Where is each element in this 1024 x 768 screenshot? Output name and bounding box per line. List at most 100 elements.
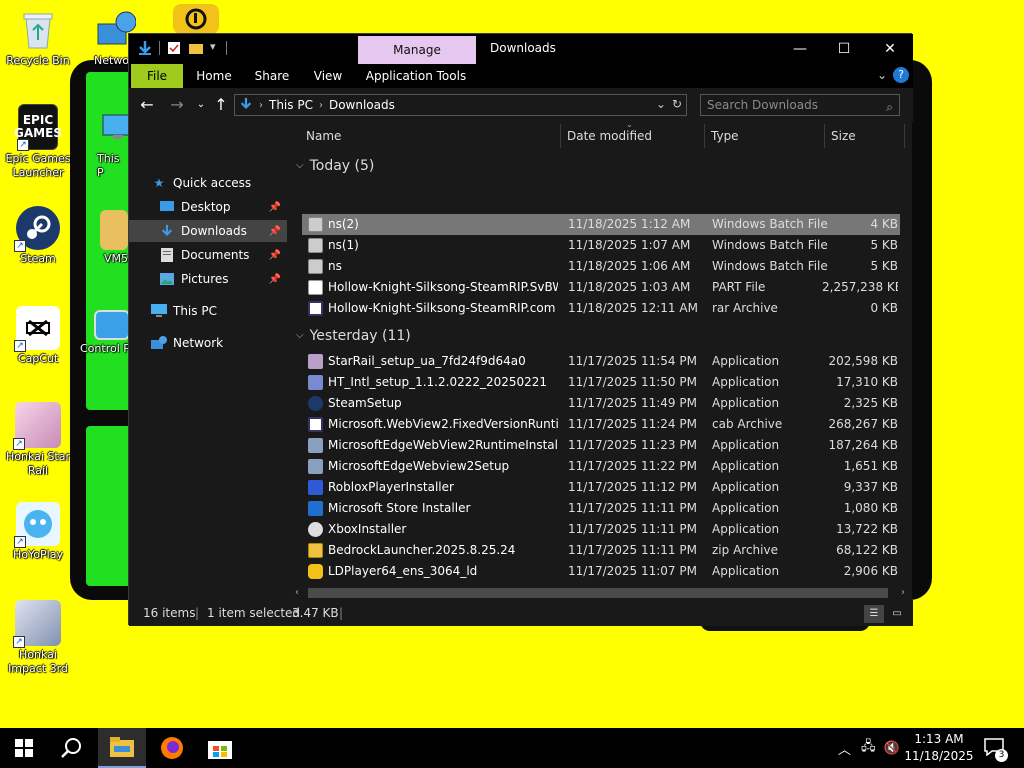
help-icon[interactable]: ? xyxy=(893,67,909,83)
column-divider[interactable] xyxy=(560,124,561,148)
desktop-icon-this-pc[interactable]: This P xyxy=(88,106,134,180)
tab-file[interactable]: File xyxy=(131,64,183,88)
scrollbar-thumb[interactable] xyxy=(308,588,888,598)
breadcrumb-downloads[interactable]: Downloads xyxy=(329,98,395,112)
file-type: Application xyxy=(712,522,780,536)
file-name: Hollow-Knight-Silksong-SteamRIP.com xyxy=(328,301,556,315)
column-header-size[interactable]: Size xyxy=(831,124,856,148)
file-row[interactable]: Microsoft.WebView2.FixedVersionRuntim...… xyxy=(302,414,900,435)
nav-item-quick-access[interactable]: ★ Quick access xyxy=(129,172,287,194)
desktop-icon-vm[interactable]: VM5 xyxy=(94,210,128,266)
file-type: Application xyxy=(712,459,780,473)
desktop-icon-honkai-star-rail[interactable]: ↗ Honkai Star Rail xyxy=(0,402,76,478)
tab-home[interactable]: Home xyxy=(189,64,239,88)
taskbar-file-explorer[interactable] xyxy=(98,728,146,768)
file-row[interactable]: Hollow-Knight-Silksong-SteamRIP.com 11/1… xyxy=(302,298,900,319)
file-row[interactable]: BedrockLauncher.2025.8.25.24 11/17/2025 … xyxy=(302,540,900,561)
properties-icon[interactable] xyxy=(166,40,182,56)
column-header-type[interactable]: Type xyxy=(711,124,739,148)
address-history-icon[interactable]: ⌄ xyxy=(656,97,666,111)
desktop-icon-recycle-bin[interactable]: Recycle Bin xyxy=(0,8,76,68)
desktop-icon-network[interactable]: Netwo xyxy=(80,8,136,68)
customize-qat-icon[interactable]: ▾ xyxy=(210,40,220,56)
file-row[interactable]: ns(2) 11/18/2025 1:12 AM Windows Batch F… xyxy=(302,214,900,235)
nav-item-desktop[interactable]: Desktop 📌 xyxy=(129,196,287,218)
file-row[interactable]: LDPlayer64_ens_3064_ld 11/17/2025 11:07 … xyxy=(302,561,900,582)
ldplayer-icon xyxy=(173,4,219,34)
column-header-name[interactable]: Name xyxy=(306,124,341,148)
tab-application-tools[interactable]: Application Tools xyxy=(363,64,469,88)
recent-locations-button[interactable]: ⌄ xyxy=(191,95,211,115)
refresh-icon[interactable]: ↻ xyxy=(672,97,682,111)
forward-button[interactable]: → xyxy=(167,95,187,115)
search-input[interactable]: Search Downloads ⌕ xyxy=(700,94,900,116)
nav-item-this-pc[interactable]: This PC xyxy=(129,300,287,322)
nav-item-pictures[interactable]: Pictures 📌 xyxy=(129,268,287,290)
file-type: cab Archive xyxy=(712,417,783,431)
clock[interactable]: 1:13 AM 11/18/2025 xyxy=(904,731,974,765)
file-row[interactable]: HT_Intl_setup_1.1.2.0222_20250221 11/17/… xyxy=(302,372,900,393)
desktop-icon-hoyoplay[interactable]: ↗ HoYoPlay xyxy=(0,502,76,562)
back-button[interactable]: ← xyxy=(137,95,157,115)
details-view-button[interactable]: ☰ xyxy=(864,605,884,623)
file-row[interactable]: Microsoft Store Installer 11/17/2025 11:… xyxy=(302,498,900,519)
desktop-icon-ldplayer[interactable] xyxy=(166,4,226,36)
file-name: MicrosoftEdgeWebview2Setup xyxy=(328,459,510,473)
file-row[interactable]: ns 11/18/2025 1:06 AM Windows Batch File… xyxy=(302,256,900,277)
group-header-today[interactable]: ⌵ Today (5) xyxy=(296,155,374,177)
file-row[interactable]: StarRail_setup_ua_7fd24f9d64a0 11/17/202… xyxy=(302,351,900,372)
pin-icon: 📌 xyxy=(268,249,281,261)
desktop-icon-capcut[interactable]: ↗ CapCut xyxy=(0,306,76,366)
file-type: PART File xyxy=(712,280,766,294)
tab-view[interactable]: View xyxy=(305,64,351,88)
address-bar[interactable]: › This PC › Downloads ⌄ ↻ xyxy=(234,94,687,116)
breadcrumb-this-pc[interactable]: This PC xyxy=(269,98,313,112)
column-divider[interactable] xyxy=(824,124,825,148)
file-row[interactable]: ns(1) 11/18/2025 1:07 AM Windows Batch F… xyxy=(302,235,900,256)
tab-share[interactable]: Share xyxy=(247,64,297,88)
file-name: ns xyxy=(328,259,342,273)
nav-item-downloads[interactable]: Downloads 📌 xyxy=(129,220,287,242)
breadcrumb-separator: › xyxy=(318,99,323,111)
file-row[interactable]: SteamSetup 11/17/2025 11:49 PM Applicati… xyxy=(302,393,900,414)
desktop-icon-control-panel[interactable]: Control P xyxy=(80,310,130,356)
network-status-icon[interactable]: 🖧 xyxy=(861,737,876,759)
file-row[interactable]: MicrosoftEdgeWebView2RuntimeInstalle... … xyxy=(302,435,900,456)
search-button[interactable] xyxy=(48,728,96,768)
column-divider[interactable] xyxy=(904,124,905,148)
nav-item-network[interactable]: Network xyxy=(129,332,287,354)
desktop-icon-honkai-impact[interactable]: ↗ Honkai Impact 3rd xyxy=(0,600,76,676)
close-button[interactable]: ✕ xyxy=(867,34,913,64)
minimize-button[interactable]: — xyxy=(777,34,823,64)
title-bar[interactable]: ▾ Manage Downloads — ☐ ✕ xyxy=(129,34,913,64)
new-folder-icon[interactable] xyxy=(188,40,204,56)
file-row[interactable]: RobloxPlayerInstaller 11/17/2025 11:12 P… xyxy=(302,477,900,498)
nav-item-documents[interactable]: Documents 📌 xyxy=(129,244,287,266)
show-hidden-icons-chevron-icon[interactable]: ︿ xyxy=(838,739,851,758)
file-row[interactable]: XboxInstaller 11/17/2025 11:11 PM Applic… xyxy=(302,519,900,540)
file-row[interactable]: Hollow-Knight-Silksong-SteamRIP.SvBW... … xyxy=(302,277,900,298)
taskbar-microsoft-store[interactable] xyxy=(196,728,244,768)
scroll-right-icon[interactable]: › xyxy=(896,585,910,601)
maximize-button[interactable]: ☐ xyxy=(821,34,867,64)
tab-manage[interactable]: Manage xyxy=(358,36,476,64)
horizontal-scrollbar[interactable]: ‹ › xyxy=(288,585,912,601)
epic-games-icon: EPIC GAMES ↗ xyxy=(14,104,62,151)
file-type: Application xyxy=(712,501,780,515)
taskbar-firefox[interactable] xyxy=(148,728,196,768)
large-icons-view-button[interactable]: ▭ xyxy=(887,605,907,623)
column-divider[interactable] xyxy=(704,124,705,148)
group-header-yesterday[interactable]: ⌵ Yesterday (11) xyxy=(296,325,411,347)
desktop-icon-steam[interactable]: ↗ Steam xyxy=(0,206,76,266)
zip-archive-icon xyxy=(308,543,323,558)
up-button[interactable]: ↑ xyxy=(211,95,231,115)
expand-ribbon-icon[interactable]: ⌄ xyxy=(877,68,887,82)
column-header-date-modified[interactable]: Date modified xyxy=(567,124,652,148)
scroll-left-icon[interactable]: ‹ xyxy=(290,585,304,601)
volume-muted-icon[interactable]: 🔇 xyxy=(884,741,900,756)
desktop-icon-epic-games[interactable]: EPIC GAMES ↗ Epic Games Launcher xyxy=(0,104,76,180)
notifications-button[interactable]: 3 xyxy=(984,738,1008,762)
file-row[interactable]: MicrosoftEdgeWebview2Setup 11/17/2025 11… xyxy=(302,456,900,477)
network-icon xyxy=(151,335,167,351)
start-button[interactable] xyxy=(0,728,48,768)
